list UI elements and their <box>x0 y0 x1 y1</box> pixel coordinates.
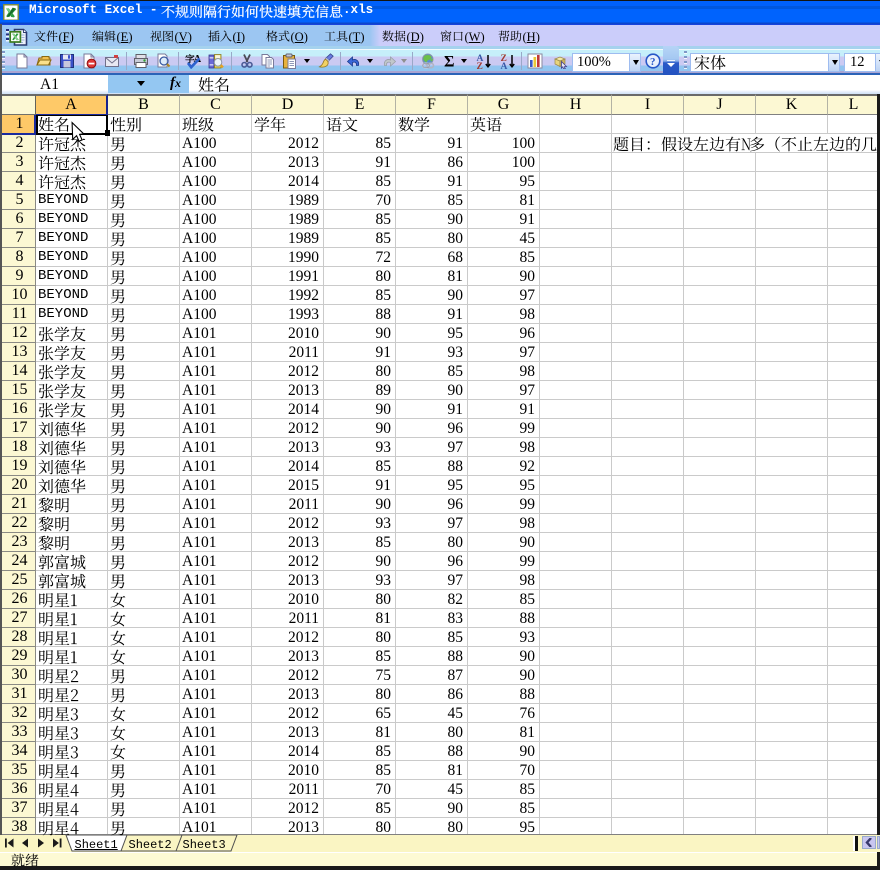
svg-text:A: A <box>501 62 508 69</box>
svg-text:Σ: Σ <box>444 54 454 70</box>
svg-text:Z: Z <box>477 62 483 69</box>
svg-text:?: ? <box>650 56 656 68</box>
